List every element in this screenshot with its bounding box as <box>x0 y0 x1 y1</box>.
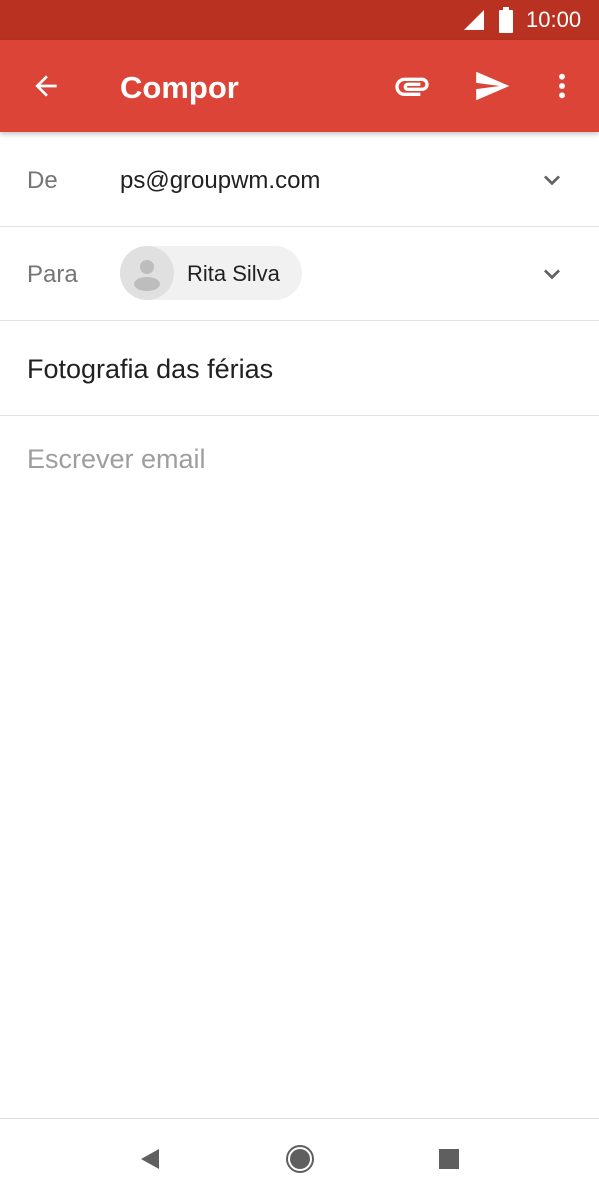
more-vert-icon <box>559 73 565 99</box>
app-bar: Compor <box>0 40 599 132</box>
nav-home-icon <box>286 1145 314 1173</box>
send-icon <box>476 71 510 101</box>
arrow-back-icon <box>35 75 57 97</box>
subject-row: Fotografia das férias <box>0 321 599 416</box>
chevron-down-icon <box>544 175 560 186</box>
avatar <box>120 246 174 300</box>
status-bar: 10:00 <box>0 0 599 40</box>
body-field[interactable]: Escrever email <box>0 416 599 1118</box>
to-expand-button[interactable] <box>532 254 572 294</box>
compose-screen: 10:00 Compor De ps@groupwm.com Para Rita… <box>0 0 599 1198</box>
more-options-button[interactable] <box>540 62 584 110</box>
paperclip-icon <box>395 77 429 96</box>
from-label: De <box>27 167 58 194</box>
from-row: De ps@groupwm.com <box>0 132 599 227</box>
person-icon <box>134 260 160 291</box>
nav-back-icon <box>141 1149 159 1169</box>
attach-button[interactable] <box>388 62 436 110</box>
from-address[interactable]: ps@groupwm.com <box>120 167 320 195</box>
back-button[interactable] <box>22 62 70 110</box>
to-label: Para <box>27 261 78 288</box>
screen-title: Compor <box>120 70 239 105</box>
to-row[interactable]: Para Rita Silva <box>0 227 599 321</box>
nav-back-button[interactable] <box>126 1135 174 1183</box>
signal-icon <box>464 10 484 30</box>
recipient-name: Rita Silva <box>187 261 280 286</box>
from-expand-button[interactable] <box>532 160 572 200</box>
subject-field[interactable]: Fotografia das férias <box>27 349 567 389</box>
battery-icon <box>499 7 513 33</box>
chevron-down-icon <box>544 269 560 280</box>
navigation-bar <box>0 1118 599 1198</box>
recipient-chip[interactable]: Rita Silva <box>120 246 302 300</box>
send-button[interactable] <box>468 62 516 110</box>
status-clock: 10:00 <box>526 7 582 32</box>
nav-recents-icon <box>439 1149 459 1169</box>
nav-recents-button[interactable] <box>425 1135 473 1183</box>
nav-home-button[interactable] <box>276 1135 324 1183</box>
body-placeholder: Escrever email <box>27 444 206 474</box>
